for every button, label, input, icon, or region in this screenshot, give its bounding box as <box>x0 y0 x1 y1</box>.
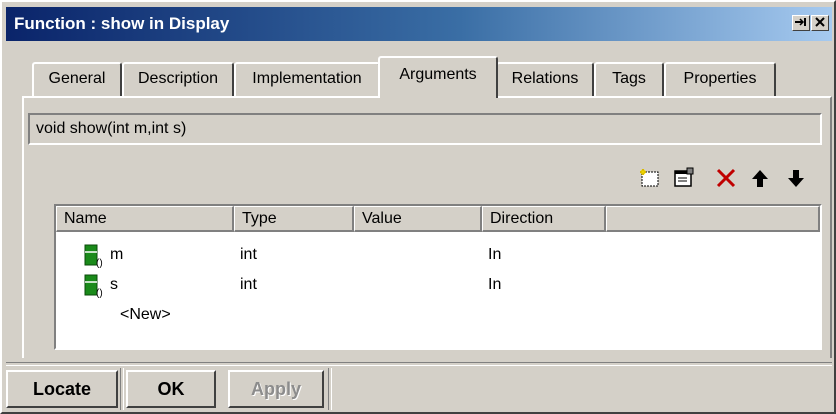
tab-general[interactable]: General <box>32 62 122 96</box>
svg-text:(): () <box>96 288 103 298</box>
argument-icon: () <box>84 274 106 303</box>
ok-button[interactable]: OK <box>126 370 216 408</box>
function-signature: void show(int m,int s) <box>28 113 822 145</box>
argument-type: int <box>240 246 257 263</box>
window-title: Function : show in Display <box>14 14 230 33</box>
delete-icon[interactable] <box>714 166 738 190</box>
tab-relations[interactable]: Relations <box>496 62 594 96</box>
tab-implementation[interactable]: Implementation <box>234 62 380 96</box>
divider <box>6 362 832 366</box>
new-argument-icon[interactable] <box>638 166 662 190</box>
close-icon[interactable] <box>811 15 829 31</box>
tab-description[interactable]: Description <box>122 62 234 96</box>
function-properties-window: Function : show in Display General Descr… <box>0 0 836 414</box>
column-header-direction[interactable]: Direction <box>482 206 606 232</box>
tab-arguments[interactable]: Arguments <box>378 56 498 98</box>
argument-type: int <box>240 276 257 293</box>
table-row[interactable]: () s int In <box>56 272 816 302</box>
argument-name: m <box>110 246 124 263</box>
move-up-icon[interactable] <box>748 166 772 190</box>
new-row-label: <New> <box>120 306 171 323</box>
svg-text:(): () <box>96 258 103 268</box>
argument-direction: In <box>488 246 502 263</box>
pin-icon[interactable] <box>792 15 810 31</box>
column-header-filler <box>606 206 820 232</box>
column-header-type[interactable]: Type <box>234 206 354 232</box>
argument-direction: In <box>488 276 502 293</box>
table-row[interactable]: () m int In <box>56 242 816 272</box>
title-bar[interactable]: Function : show in Display <box>6 7 832 41</box>
argument-icon: () <box>84 244 106 273</box>
apply-button[interactable]: Apply <box>228 370 324 408</box>
properties-icon[interactable] <box>672 166 696 190</box>
column-header-value[interactable]: Value <box>354 206 482 232</box>
tab-tags[interactable]: Tags <box>594 62 664 96</box>
locate-button[interactable]: Locate <box>6 370 118 408</box>
new-argument-row[interactable]: <New> <box>56 302 816 332</box>
column-header-name[interactable]: Name <box>56 206 234 232</box>
move-down-icon[interactable] <box>784 166 808 190</box>
arguments-grid: Name Type Value Direction () m int In ()… <box>54 204 822 350</box>
tab-properties[interactable]: Properties <box>664 62 776 96</box>
divider <box>120 368 124 410</box>
argument-name: s <box>110 276 118 293</box>
divider <box>328 368 332 410</box>
